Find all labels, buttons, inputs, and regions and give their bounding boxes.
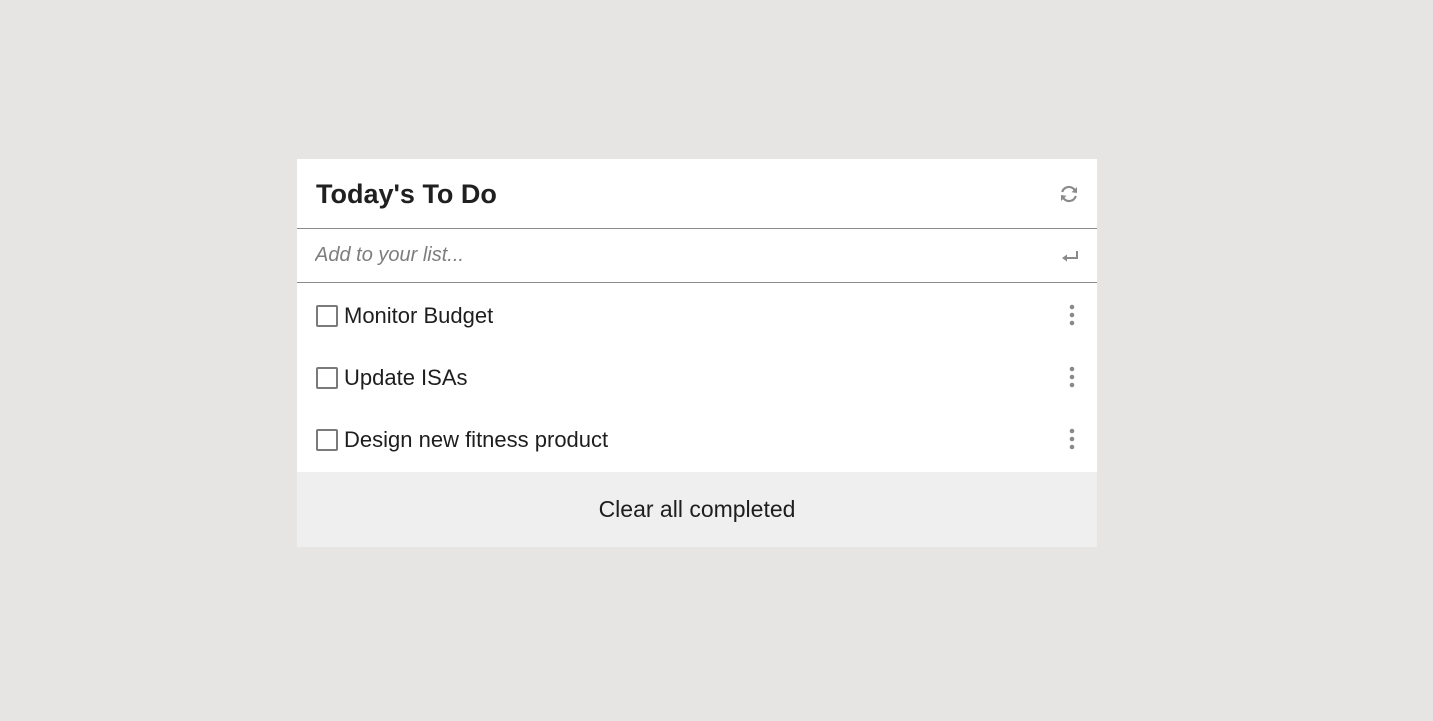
item-checkbox[interactable] (316, 429, 338, 451)
add-item-row (297, 229, 1097, 283)
more-vertical-icon[interactable] (1068, 428, 1076, 450)
item-checkbox[interactable] (316, 305, 338, 327)
card-title: Today's To Do (316, 179, 497, 209)
refresh-icon[interactable] (1058, 183, 1080, 205)
list-item: Design new fitness product (297, 408, 1097, 471)
todo-card: Today's To Do Monitor Budget (297, 159, 1097, 547)
item-label: Update ISAs (344, 364, 468, 390)
item-checkbox[interactable] (316, 366, 338, 389)
todo-list: Monitor Budget Update ISAs Design new fi… (297, 283, 1097, 471)
item-label: Design new fitness product (344, 427, 609, 452)
clear-completed-label: Clear all completed (598, 496, 796, 522)
more-vertical-icon[interactable] (1068, 304, 1076, 326)
list-item: Update ISAs (297, 346, 1097, 409)
card-header: Today's To Do (297, 159, 1097, 229)
enter-icon[interactable] (1061, 248, 1079, 264)
list-item: Monitor Budget (297, 283, 1097, 346)
clear-completed-button[interactable]: Clear all completed (297, 472, 1097, 547)
item-label: Monitor Budget (344, 303, 494, 328)
more-vertical-icon[interactable] (1068, 366, 1076, 388)
add-item-input[interactable] (315, 241, 1035, 269)
